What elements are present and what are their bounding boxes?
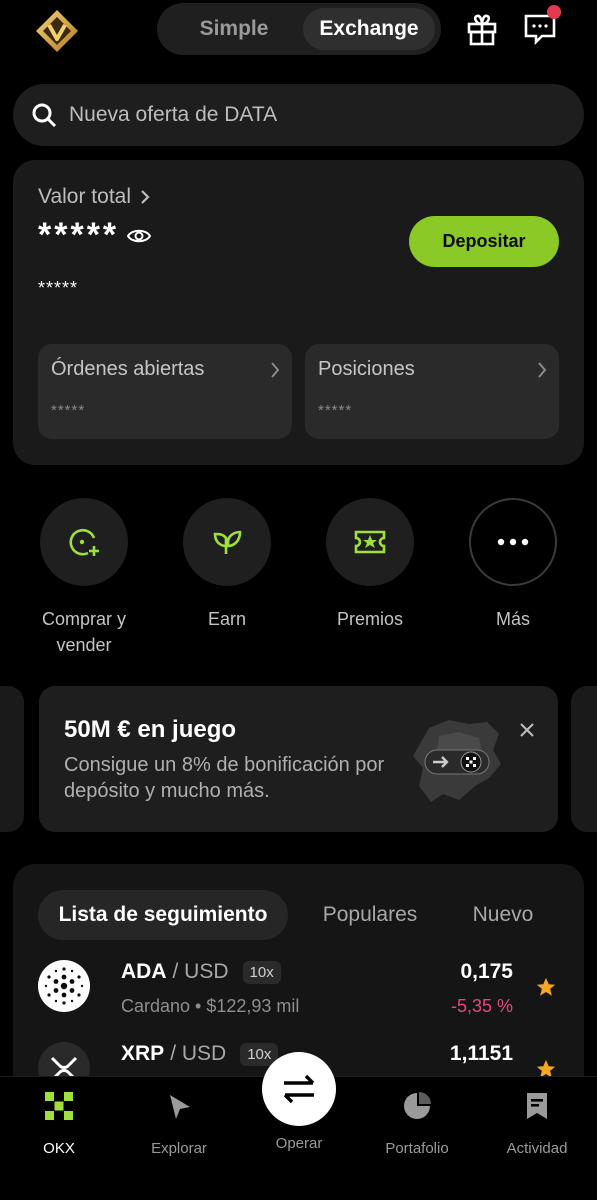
total-value-link[interactable]: Valor total	[38, 185, 151, 209]
pair-quote: / USD	[172, 960, 229, 983]
receipt-icon	[527, 1093, 547, 1119]
bottom-nav: OKX Explorar Operar Portafolio Actividad	[0, 1052, 597, 1200]
leverage-badge: 10x	[242, 960, 281, 984]
promo-description: Consigue un 8% de bonificación por depós…	[64, 754, 385, 802]
nav-okx-label: OKX	[43, 1140, 75, 1157]
pair-name: ADA / USD 10x	[121, 960, 281, 984]
price-value: 1,1151	[449, 1042, 513, 1065]
eye-icon[interactable]	[127, 227, 152, 245]
action-rewards-label: Premios	[336, 609, 403, 629]
total-value-hidden: *****	[38, 216, 120, 254]
positions-label: Posiciones	[318, 358, 415, 380]
notification-dot	[547, 5, 561, 19]
list-item[interactable]: ADA / USD 10x Cardano • $122,93 mil 0,17…	[13, 954, 584, 1034]
mode-simple-tab[interactable]: Simple	[165, 8, 303, 50]
price-value: 0,175	[460, 960, 513, 983]
star-icon[interactable]	[535, 976, 557, 998]
nav-trade-label: Operar	[275, 1135, 323, 1152]
secondary-value-hidden: *****	[38, 278, 79, 298]
positions-card[interactable]: Posiciones *****	[305, 344, 559, 439]
pair-base: ADA	[121, 960, 167, 983]
tab-popular[interactable]: Populares	[305, 890, 435, 940]
action-earn-label: Earn	[207, 609, 247, 629]
tab-watchlist[interactable]: Lista de seguimiento	[38, 890, 288, 940]
open-orders-label: Órdenes abiertas	[51, 358, 205, 380]
search-icon	[31, 102, 57, 128]
nav-portfolio[interactable]: Portafolio	[362, 1091, 472, 1157]
compass-icon	[170, 1095, 190, 1119]
search-placeholder: Nueva oferta de DATA	[69, 103, 278, 126]
promo-next-card[interactable]	[571, 686, 597, 832]
coin-meta: Cardano • $122,93 mil	[121, 996, 300, 1016]
pie-chart-icon	[404, 1092, 431, 1119]
gift-icon[interactable]	[465, 12, 499, 46]
total-value-label: Valor total	[38, 185, 131, 208]
cardano-icon	[38, 960, 90, 1012]
promo-prev-card[interactable]	[0, 686, 24, 832]
action-buy-sell-label: Comprar y vender	[41, 609, 126, 655]
action-more-label: Más	[495, 609, 530, 629]
promo-banner[interactable]: 50M € en juego Consigue un 8% de bonific…	[39, 686, 558, 832]
okx-logo-icon	[45, 1092, 73, 1120]
deposit-button[interactable]: Depositar	[409, 216, 559, 267]
nav-activity-label: Actividad	[506, 1140, 568, 1157]
price-change: -5,35 %	[450, 996, 513, 1016]
earn-leaf-icon	[183, 498, 271, 586]
nav-trade[interactable]: Operar	[244, 1091, 354, 1152]
search-bar[interactable]: Nueva oferta de DATA	[13, 84, 584, 146]
total-value: *****	[38, 216, 152, 255]
nav-activity[interactable]: Actividad	[482, 1091, 592, 1157]
europe-map-icon	[409, 716, 505, 806]
tab-new[interactable]: Nuevo	[453, 890, 553, 940]
close-icon[interactable]	[519, 722, 535, 738]
top-bar: Simple Exchange	[0, 0, 597, 62]
pair-base: XRP	[121, 1042, 165, 1065]
promo-title: 50M € en juego	[64, 716, 237, 743]
nav-explore-label: Explorar	[151, 1140, 207, 1157]
mode-exchange-tab[interactable]: Exchange	[303, 8, 435, 50]
balance-card: Valor total ***** ***** Depositar Órdene…	[13, 160, 584, 465]
open-orders-card[interactable]: Órdenes abiertas *****	[38, 344, 292, 439]
pair-quote: / USD	[170, 1042, 227, 1065]
positions-value: *****	[318, 402, 353, 419]
action-rewards[interactable]: Premios	[299, 498, 441, 632]
rewards-ticket-icon	[326, 498, 414, 586]
open-orders-value: *****	[51, 402, 86, 419]
pair-name: XRP / USD 10x	[121, 1042, 279, 1066]
chevron-right-icon	[141, 190, 150, 204]
buy-sell-icon	[40, 498, 128, 586]
nav-okx[interactable]: OKX	[4, 1091, 114, 1157]
chevron-right-icon	[538, 362, 547, 378]
nav-portfolio-label: Portafolio	[385, 1140, 449, 1157]
chevron-right-icon	[271, 362, 280, 378]
action-buy-sell[interactable]: Comprar y vender	[13, 498, 155, 658]
action-earn[interactable]: Earn	[156, 498, 298, 632]
mode-switch: Simple Exchange	[157, 3, 441, 55]
action-more[interactable]: Más	[442, 498, 584, 632]
nav-explore[interactable]: Explorar	[124, 1091, 234, 1157]
more-dots-icon	[469, 498, 557, 586]
brand-logo-icon[interactable]	[34, 8, 80, 54]
